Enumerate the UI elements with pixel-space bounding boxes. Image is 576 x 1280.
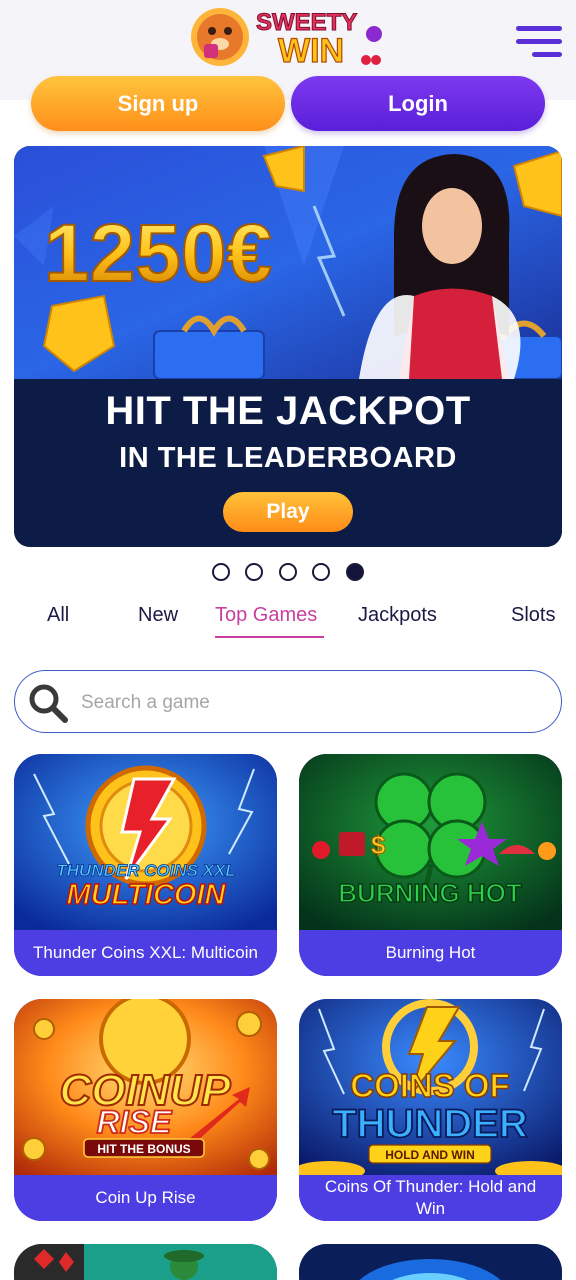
logo-text-win: WIN	[278, 32, 344, 68]
coinup-art-line2: RISE	[97, 1104, 173, 1140]
tab-slots[interactable]: Slots	[511, 604, 555, 627]
game-card-burning-hot[interactable]: $ BURNING HOT Burning Hot	[299, 754, 562, 976]
carousel-dot-5[interactable]	[346, 563, 364, 581]
jackpot-banner-illustration: 1250€	[14, 146, 562, 379]
promo-banner[interactable]: 1250€ HIT THE JACKPOT IN THE LEADERBOARD…	[14, 146, 562, 547]
game-card-coin-up-rise[interactable]: COINUP RISE HIT THE BONUS Coin Up Rise	[14, 999, 277, 1221]
tab-all[interactable]: All	[47, 604, 69, 627]
search-icon	[29, 684, 68, 723]
sweety-win-logo[interactable]: SWEETY WIN	[190, 4, 390, 68]
game-card-coins-of-thunder[interactable]: COINS OF THUNDER HOLD AND WIN Coins Of T…	[299, 999, 562, 1221]
coin-up-rise-thumbnail: COINUP RISE HIT THE BONUS	[14, 999, 277, 1175]
burning-hot-thumbnail: $ BURNING HOT	[299, 754, 562, 930]
thunder-art-line2: MULTICOIN	[67, 879, 227, 911]
partial-game-thumbnail	[14, 1244, 277, 1280]
active-tab-underline	[215, 636, 324, 638]
carousel-dot-4[interactable]	[312, 563, 330, 581]
cot-art-line1: COINS OF	[350, 1067, 510, 1104]
game-category-tabs: All New Top Games Jackpots Slots	[0, 604, 576, 640]
game-title: Coin Up Rise	[14, 1175, 277, 1221]
cot-art-line3: HOLD AND WIN	[385, 1148, 475, 1162]
search-placeholder: Search a game	[81, 692, 210, 713]
login-button[interactable]: Login	[291, 76, 545, 131]
thunder-coins-xxl-thumbnail: THUNDER COINS XXL MULTICOIN	[14, 754, 277, 930]
game-title: Burning Hot	[299, 930, 562, 976]
game-card-thunder-coins-xxl[interactable]: THUNDER COINS XXL MULTICOIN Thunder Coin…	[14, 754, 277, 976]
burning-hot-art-title: BURNING HOT	[338, 878, 522, 908]
game-title: Coins Of Thunder: Hold and Win	[299, 1175, 562, 1221]
cot-art-line2: THUNDER	[332, 1102, 528, 1146]
search-input[interactable]: Search a game	[14, 670, 562, 733]
coins-of-thunder-thumbnail: COINS OF THUNDER HOLD AND WIN	[299, 999, 562, 1175]
signup-button[interactable]: Sign up	[31, 76, 285, 131]
carousel-dot-3[interactable]	[279, 563, 297, 581]
tab-top-games[interactable]: Top Games	[215, 604, 317, 627]
coinup-art-line3: HIT THE BONUS	[97, 1142, 190, 1156]
carousel-dot-1[interactable]	[212, 563, 230, 581]
partial-game-thumbnail	[299, 1244, 562, 1280]
banner-title: HIT THE JACKPOT	[105, 389, 471, 433]
banner-subtitle: IN THE LEADERBOARD	[119, 442, 457, 474]
hamburger-menu-icon[interactable]	[514, 26, 564, 60]
tab-jackpots[interactable]: Jackpots	[358, 604, 437, 627]
carousel-pagination	[0, 563, 576, 581]
banner-amount: 1250€	[44, 208, 272, 299]
svg-text:$: $	[371, 830, 386, 860]
banner-play-button[interactable]: Play	[223, 492, 353, 532]
thunder-art-line1: THUNDER COINS XXL	[56, 861, 235, 880]
game-card-partial-left[interactable]	[14, 1244, 277, 1280]
tab-new[interactable]: New	[138, 604, 178, 627]
carousel-dot-2[interactable]	[245, 563, 263, 581]
game-card-partial-right[interactable]	[299, 1244, 562, 1280]
game-title: Thunder Coins XXL: Multicoin	[14, 930, 277, 976]
